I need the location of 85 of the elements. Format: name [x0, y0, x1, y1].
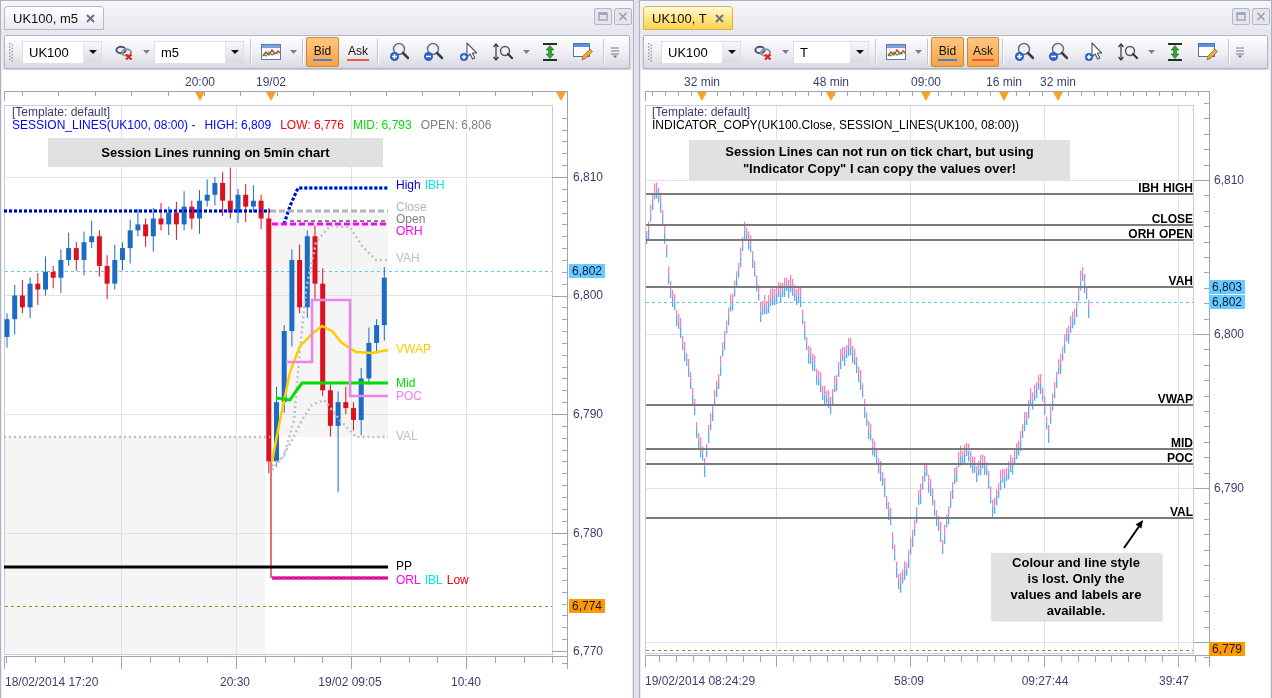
pointer-plus-icon[interactable]: [1084, 42, 1102, 62]
time-axis-label: 32 min: [684, 75, 720, 89]
level-label: ORH: [1128, 228, 1155, 240]
symbol-dropdown[interactable]: UK100: [22, 40, 102, 64]
level-label: MID: [1171, 437, 1193, 449]
template-label: [Template: default]: [652, 105, 751, 119]
line-chart-icon[interactable]: [261, 44, 281, 60]
chain-link-icon[interactable]: [754, 44, 772, 60]
price-axis-label: 6,790: [573, 407, 604, 421]
marker-icon: [1053, 92, 1063, 101]
price-tag: 6,802: [1209, 295, 1246, 309]
time-axis-label: 09:00: [911, 75, 941, 89]
marker-icon: [266, 92, 276, 101]
caret-icon[interactable]: [230, 50, 239, 54]
magnifier-arrows-icon[interactable]: [493, 43, 513, 61]
time-axis-label: 19/02: [256, 75, 286, 89]
price-axis-label: 6,800: [1214, 327, 1245, 341]
line-chart-icon[interactable]: [886, 44, 906, 60]
time-axis-label: 19/02/2014 08:24:29: [645, 674, 756, 688]
caret-icon[interactable]: [727, 50, 736, 54]
price-tag: 6,774: [569, 599, 606, 613]
marker-icon: [697, 92, 707, 101]
bid-button[interactable]: Bid: [931, 37, 964, 67]
zoom-in-icon[interactable]: [1014, 42, 1034, 62]
magnifier-arrows-icon[interactable]: [1118, 43, 1138, 61]
zoom-out-icon[interactable]: [1048, 42, 1068, 62]
chart-tab[interactable]: UK100, m5: [4, 6, 105, 30]
indicator-legend: INDICATOR_COPY(UK100.Close, SESSION_LINES(UK100, 08:00)): [652, 118, 1020, 132]
grip-icon[interactable]: [9, 42, 13, 62]
time-axis-label: 39:47: [1159, 674, 1189, 688]
zoom-out-icon[interactable]: [423, 42, 443, 62]
ask-button[interactable]: Ask: [342, 37, 374, 67]
time-axis-label: 20:30: [220, 675, 250, 689]
time-axis-label: 19/02 09:05: [318, 675, 382, 689]
level-label: VAL: [1169, 506, 1193, 518]
chart-tab[interactable]: UK100, T: [643, 6, 733, 30]
vertical-arrows-icon[interactable]: [1167, 43, 1183, 61]
close-icon[interactable]: [714, 13, 724, 23]
zoom-in-icon[interactable]: [389, 42, 409, 62]
price-axis-label: 6,800: [573, 288, 604, 302]
time-axis-label: 09:27:44: [1021, 674, 1069, 688]
window-pencil-icon[interactable]: [573, 43, 593, 61]
level-label: POC: [1167, 452, 1193, 464]
arrow-icon: [1121, 517, 1146, 551]
timeframe-dropdown[interactable]: m5: [154, 40, 244, 64]
price-axis-label: 6,780: [573, 526, 604, 540]
marker-icon: [826, 92, 836, 101]
symbol-dropdown[interactable]: UK100: [661, 40, 741, 64]
pointer-plus-icon[interactable]: [459, 42, 477, 62]
price-tag: 6,803: [1209, 280, 1246, 294]
price-tag: 6,802: [569, 264, 606, 278]
price-axis-label: 6,810: [1214, 173, 1245, 187]
timeframe-dropdown[interactable]: T: [793, 40, 869, 64]
caret-icon[interactable]: [88, 50, 97, 54]
marker-icon: [195, 92, 205, 101]
vertical-arrows-icon[interactable]: [542, 43, 558, 61]
price-axis-label: 6,770: [573, 644, 604, 658]
time-axis-label: 18/02/2014 17:20: [5, 675, 99, 689]
marker-icon: [556, 92, 566, 101]
time-axis-label: 48 min: [813, 75, 849, 89]
grip-icon[interactable]: [648, 42, 652, 62]
price-axis-label: 6,790: [1214, 481, 1245, 495]
time-axis-label: 10:40: [451, 675, 481, 689]
ask-button[interactable]: Ask: [967, 37, 999, 67]
price-axis-label: 6,810: [573, 170, 604, 184]
chain-link-icon[interactable]: [115, 44, 133, 60]
level-label: IBH: [1138, 182, 1159, 194]
caret-icon[interactable]: [855, 50, 864, 54]
level-label: OPEN: [1159, 228, 1193, 240]
time-axis-label: 58:09: [894, 674, 924, 688]
time-axis-label: 32 min: [1040, 75, 1076, 89]
level-label: VAH: [1168, 275, 1193, 287]
bid-button[interactable]: Bid: [306, 37, 339, 67]
level-label: VWAP: [1157, 393, 1193, 405]
callout-note: Colour and line style is lost. Only the values and labels are available.: [991, 553, 1161, 620]
level-label: HIGH: [1163, 182, 1193, 194]
window-pencil-icon[interactable]: [1198, 43, 1218, 61]
time-axis-label: 20:00: [185, 75, 215, 89]
close-icon[interactable]: [86, 13, 96, 23]
price-tag: 6,779: [1209, 642, 1246, 656]
level-label: CLOSE: [1151, 213, 1193, 225]
marker-icon: [921, 92, 931, 101]
marker-icon: [999, 92, 1009, 101]
annotation-note: Session Lines can not run on tick chart, but using "Indicator Copy" I can copy the values over!: [689, 140, 1070, 180]
time-axis-label: 16 min: [986, 75, 1022, 89]
